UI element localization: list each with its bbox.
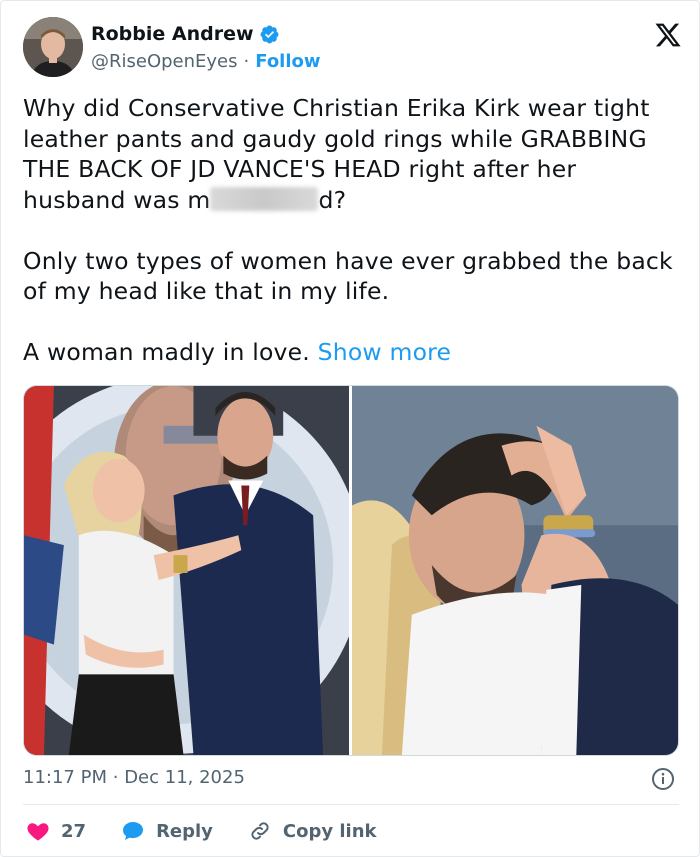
- handle[interactable]: @RiseOpenEyes: [91, 51, 238, 72]
- tweet-time: 11:17 PM: [23, 767, 107, 788]
- name-row: Robbie Andrew: [91, 23, 280, 45]
- tweet-header: Robbie Andrew @RiseOpenEyes · Follow: [23, 17, 683, 79]
- timestamp-separator: ·: [112, 767, 119, 788]
- photo-right-image: [352, 386, 678, 755]
- verified-badge-icon: [260, 25, 279, 43]
- like-count: 27: [61, 820, 87, 842]
- x-logo-icon[interactable]: [653, 21, 683, 49]
- tweet-card: Robbie Andrew @RiseOpenEyes · Follow Why…: [0, 0, 700, 857]
- show-more-link[interactable]: Show more: [318, 338, 452, 366]
- tweet-paragraph-3: A woman madly in love.: [23, 338, 310, 366]
- redacted-word: [210, 186, 319, 211]
- photo-right[interactable]: [352, 386, 678, 755]
- follow-button[interactable]: Follow: [255, 51, 320, 72]
- info-icon[interactable]: [651, 767, 675, 791]
- reply-button[interactable]: Reply: [120, 819, 213, 843]
- like-button[interactable]: 27: [25, 819, 86, 843]
- link-icon: [251, 822, 269, 840]
- reply-label: Reply: [156, 820, 213, 842]
- divider: [23, 804, 679, 805]
- avatar[interactable]: [23, 17, 83, 77]
- handle-separator: ·: [243, 51, 250, 72]
- media-grid: [23, 385, 679, 756]
- tweet-date: Dec 11, 2025: [124, 767, 245, 788]
- heart-icon: [27, 823, 49, 841]
- tweet-text: Why did Conservative Christian Erika Kir…: [23, 93, 673, 368]
- photo-left[interactable]: [24, 386, 349, 755]
- action-bar: 27 Reply Copy link: [25, 817, 411, 845]
- copy-link-label: Copy link: [282, 820, 377, 842]
- avatar-image: [23, 17, 83, 77]
- handle-row: @RiseOpenEyes · Follow: [91, 51, 321, 72]
- tweet-timestamp[interactable]: 11:17 PM · Dec 11, 2025: [23, 767, 245, 788]
- tweet-line-1-end: d?: [318, 185, 347, 214]
- copy-link-button[interactable]: Copy link: [247, 819, 377, 843]
- display-name[interactable]: Robbie Andrew: [91, 23, 254, 45]
- tweet-paragraph-2: Only two types of women have ever grabbe…: [23, 246, 681, 306]
- photo-left-image: [24, 386, 349, 755]
- reply-bubble-icon: [123, 822, 144, 840]
